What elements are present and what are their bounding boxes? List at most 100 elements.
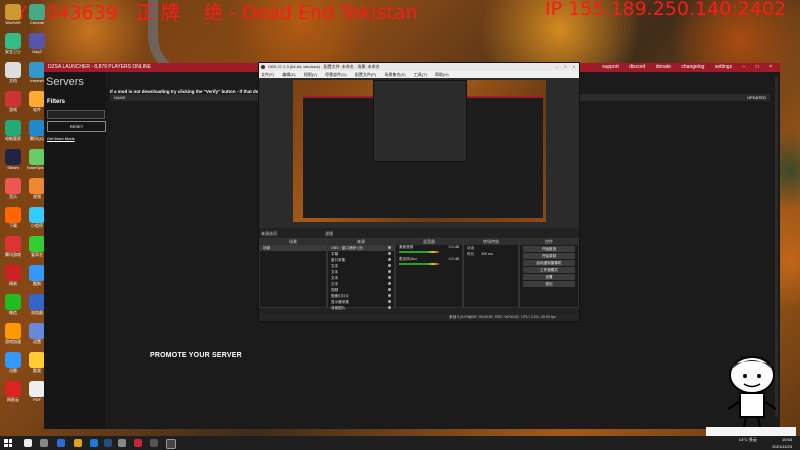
app-glyph-icon xyxy=(5,4,21,20)
desktop-app-icon[interactable]: Chrome xyxy=(26,4,48,28)
steam-icon[interactable] xyxy=(104,439,112,447)
column-header-updated[interactable]: UPDATED xyxy=(747,94,766,101)
desktop-app-icon[interactable]: 游戏加速 xyxy=(2,323,24,347)
app-glyph-icon xyxy=(29,381,45,397)
dzsa-taskbar-icon[interactable] xyxy=(134,439,142,447)
desktop-app-icon[interactable]: Steam xyxy=(2,149,24,173)
app-glyph-icon xyxy=(29,323,45,339)
desktop-app-icon[interactable]: WinRAR xyxy=(2,4,24,28)
minimize-icon[interactable]: – xyxy=(556,64,558,69)
stream-overlay-title: YY 5043639 正 牌 绝 - Dead End Tekistan xyxy=(4,0,436,25)
filters-button[interactable]: 滤镜 xyxy=(325,231,333,237)
app-glyph-icon xyxy=(29,352,45,368)
start-recording-button[interactable]: 开始录制 xyxy=(523,253,575,259)
search-icon[interactable] xyxy=(24,439,32,447)
minimize-icon[interactable]: – xyxy=(742,64,745,70)
exit-button[interactable]: 退出 xyxy=(523,281,575,287)
visibility-eye-icon[interactable] xyxy=(388,288,391,291)
source-item-label: 背景图片 xyxy=(331,306,346,310)
settings-button[interactable]: 设置 xyxy=(523,274,575,280)
promote-server-banner[interactable]: PROMOTE YOUR SERVER xyxy=(150,352,242,359)
desktop-app-icon[interactable]: 游戏 xyxy=(2,91,24,115)
desktop-app-icon[interactable]: 腾讯游戏 xyxy=(2,236,24,260)
virtual-camera-button[interactable]: 启动虚拟摄像机 xyxy=(523,260,575,266)
visibility-eye-icon[interactable] xyxy=(388,276,391,279)
chrome-icon[interactable] xyxy=(74,439,82,447)
mixer-channel-name: 桌面音频 xyxy=(399,245,414,249)
desktop-app-icon[interactable]: 微信 xyxy=(2,294,24,318)
visibility-eye-icon[interactable] xyxy=(388,264,391,267)
menu-file[interactable]: 文件(F) xyxy=(261,72,274,77)
scene-item[interactable]: 场景 xyxy=(260,245,326,251)
get-more-mods-link[interactable]: Get More Mods xyxy=(47,136,75,141)
studio-mode-button[interactable]: 工作室模式 xyxy=(523,267,575,273)
menu-profile[interactable]: 配置文件(P) xyxy=(355,72,376,77)
desktop-app-icon[interactable]: 安全卫士 xyxy=(2,33,24,57)
mixer-channel: 麦克风/Aux 0.0 dB xyxy=(396,257,462,269)
app-glyph-icon xyxy=(5,381,21,397)
menu-tools[interactable]: 工具(T) xyxy=(414,72,427,77)
visibility-eye-icon[interactable] xyxy=(388,306,391,309)
clock-date[interactable]: 2021/11/23 xyxy=(772,444,792,449)
file-explorer-icon[interactable] xyxy=(57,439,65,447)
desktop-icon-label: DayZ xyxy=(32,49,42,54)
system-tray: 14°C 多云 10:53 2021/11/23 xyxy=(739,436,792,450)
menu-docks[interactable]: 停靠部件(D) xyxy=(325,72,347,77)
obs-preview[interactable] xyxy=(293,80,546,222)
desktop-app-icon[interactable]: 网易 xyxy=(2,265,24,289)
desktop-app-icon[interactable]: 网易云 xyxy=(2,381,24,405)
clock-time[interactable]: 10:53 xyxy=(782,437,792,442)
start-streaming-button[interactable]: 开始推流 xyxy=(523,246,575,252)
nav-settings[interactable]: settings xyxy=(715,64,732,70)
app-icon[interactable] xyxy=(150,439,158,447)
desktop-icon-label: 游戏 xyxy=(9,107,17,112)
page-title: Servers xyxy=(46,76,84,88)
maximize-icon[interactable]: □ xyxy=(756,64,759,70)
volume-meter[interactable] xyxy=(399,251,439,253)
desktop-app-icon[interactable]: DayZ xyxy=(26,33,48,57)
mixer-dock: 混音器 桌面音频 0.0 dB 麦克风/Aux 0.0 dB xyxy=(395,238,463,308)
visibility-eye-icon[interactable] xyxy=(388,294,391,297)
visibility-eye-icon[interactable] xyxy=(388,282,391,285)
close-icon[interactable]: × xyxy=(573,64,575,69)
desktop-icon-label: Steam xyxy=(7,165,19,170)
app-glyph-icon xyxy=(5,33,21,49)
desktop-app-icon[interactable]: 文档 xyxy=(2,62,24,86)
desktop-icon-label: WinRAR xyxy=(5,20,21,25)
windows-start-icon[interactable] xyxy=(4,439,12,447)
visibility-eye-icon[interactable] xyxy=(388,246,391,249)
menu-help[interactable]: 帮助(H) xyxy=(435,72,449,77)
close-icon[interactable]: × xyxy=(769,64,772,70)
nav-donate[interactable]: donate xyxy=(656,64,671,70)
menu-scene-collection[interactable]: 场景集合(S) xyxy=(384,72,405,77)
visibility-eye-icon[interactable] xyxy=(388,300,391,303)
maximize-icon[interactable]: □ xyxy=(564,64,566,69)
menu-view[interactable]: 视图(V) xyxy=(304,72,317,77)
obs-taskbar-icon[interactable] xyxy=(118,439,126,447)
app-glyph-icon xyxy=(5,62,21,78)
visibility-eye-icon[interactable] xyxy=(388,270,391,273)
filter-search-input[interactable] xyxy=(47,110,105,119)
desktop-app-icon[interactable]: 音乐 xyxy=(2,178,24,202)
qq-icon[interactable] xyxy=(90,439,98,447)
desktop-app-icon[interactable]: 下载 xyxy=(2,207,24,231)
visibility-eye-icon[interactable] xyxy=(388,258,391,261)
nav-discord[interactable]: discord xyxy=(629,64,645,70)
menu-edit[interactable]: 编辑(E) xyxy=(282,72,295,77)
transition-duration[interactable]: 时长 300 ms xyxy=(464,251,518,257)
desktop-app-icon[interactable]: 电脑管家 xyxy=(2,120,24,144)
reset-button[interactable]: RESET xyxy=(47,121,106,132)
weather-text[interactable]: 14°C 多云 xyxy=(739,437,757,442)
volume-meter[interactable] xyxy=(399,263,439,265)
task-view-icon[interactable] xyxy=(40,439,48,447)
source-item[interactable]: 背景图片 xyxy=(328,305,394,311)
nav-support[interactable]: support xyxy=(602,64,619,70)
app-glyph-icon xyxy=(29,265,45,281)
source-item-label: 文本 xyxy=(331,276,339,280)
app-icon[interactable] xyxy=(166,439,176,449)
visibility-eye-icon[interactable] xyxy=(388,252,391,255)
sources-list: OBS · 窗口捕获·(无) 字幕 窗口采集 文本 文本 文本 文本 视频 图像幻灯片 显示器采集… xyxy=(328,245,394,311)
desktop-app-icon[interactable]: 迅雷 xyxy=(2,352,24,376)
nav-changelog[interactable]: changelog xyxy=(681,64,704,70)
cartoon-mascot xyxy=(726,355,778,429)
